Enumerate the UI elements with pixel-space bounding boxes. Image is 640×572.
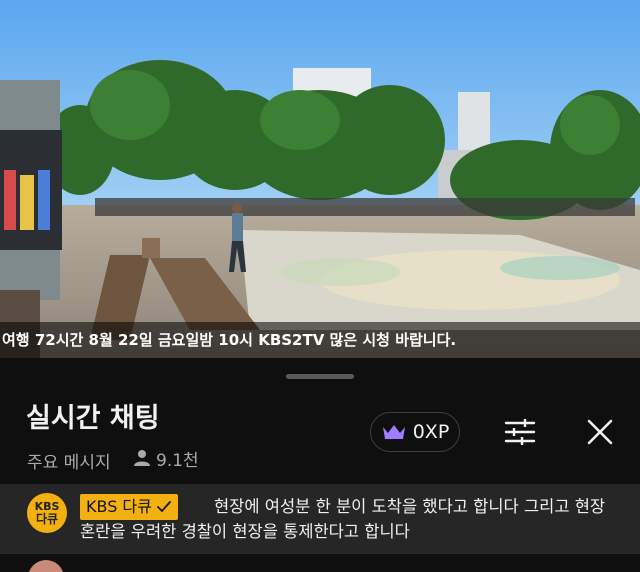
video-player[interactable]: 여행 72시간 8월 22일 금요일밤 10시 KBS2TV 많은 시청 바랍니… [0, 0, 640, 358]
author-avatar[interactable]: KBS 다큐 [27, 493, 67, 533]
pinned-chat-message[interactable]: KBS 다큐 현장에 여성분 한 분이 도착을 했다고 합니다 그리고 현장 혼… [0, 484, 640, 554]
chat-mode-selector[interactable]: 주요 메시지 [27, 448, 111, 473]
author-name-badge[interactable]: KBS 다큐 [80, 494, 178, 520]
crown-icon [382, 425, 405, 439]
video-frame [0, 0, 640, 358]
news-ticker: 여행 72시간 8월 22일 금요일밤 10시 KBS2TV 많은 시청 바랍니… [0, 322, 640, 358]
xp-button[interactable]: 0XP [370, 412, 460, 452]
chat-title: 실시간 채팅 [26, 403, 160, 434]
close-button[interactable] [580, 412, 620, 452]
avatar-text-bottom: 다큐 [35, 512, 59, 526]
drag-handle[interactable] [286, 374, 354, 379]
verified-check-icon [156, 501, 171, 513]
chat-message-next[interactable] [0, 554, 640, 572]
author-name: KBS 다큐 [86, 497, 152, 516]
viewer-count: 9.1천 [132, 447, 199, 471]
author-avatar[interactable] [28, 560, 64, 572]
filter-sliders-icon [504, 419, 536, 445]
live-chat-panel: 실시간 채팅 주요 메시지 9.1천 0XP KBS 다큐 현장에 여성분 한 … [0, 358, 640, 572]
xp-label: 0XP [412, 421, 450, 443]
chat-filter-button[interactable] [500, 414, 540, 450]
viewer-count-label: 9.1천 [156, 450, 199, 471]
person-icon [134, 450, 150, 466]
close-icon [587, 419, 613, 445]
